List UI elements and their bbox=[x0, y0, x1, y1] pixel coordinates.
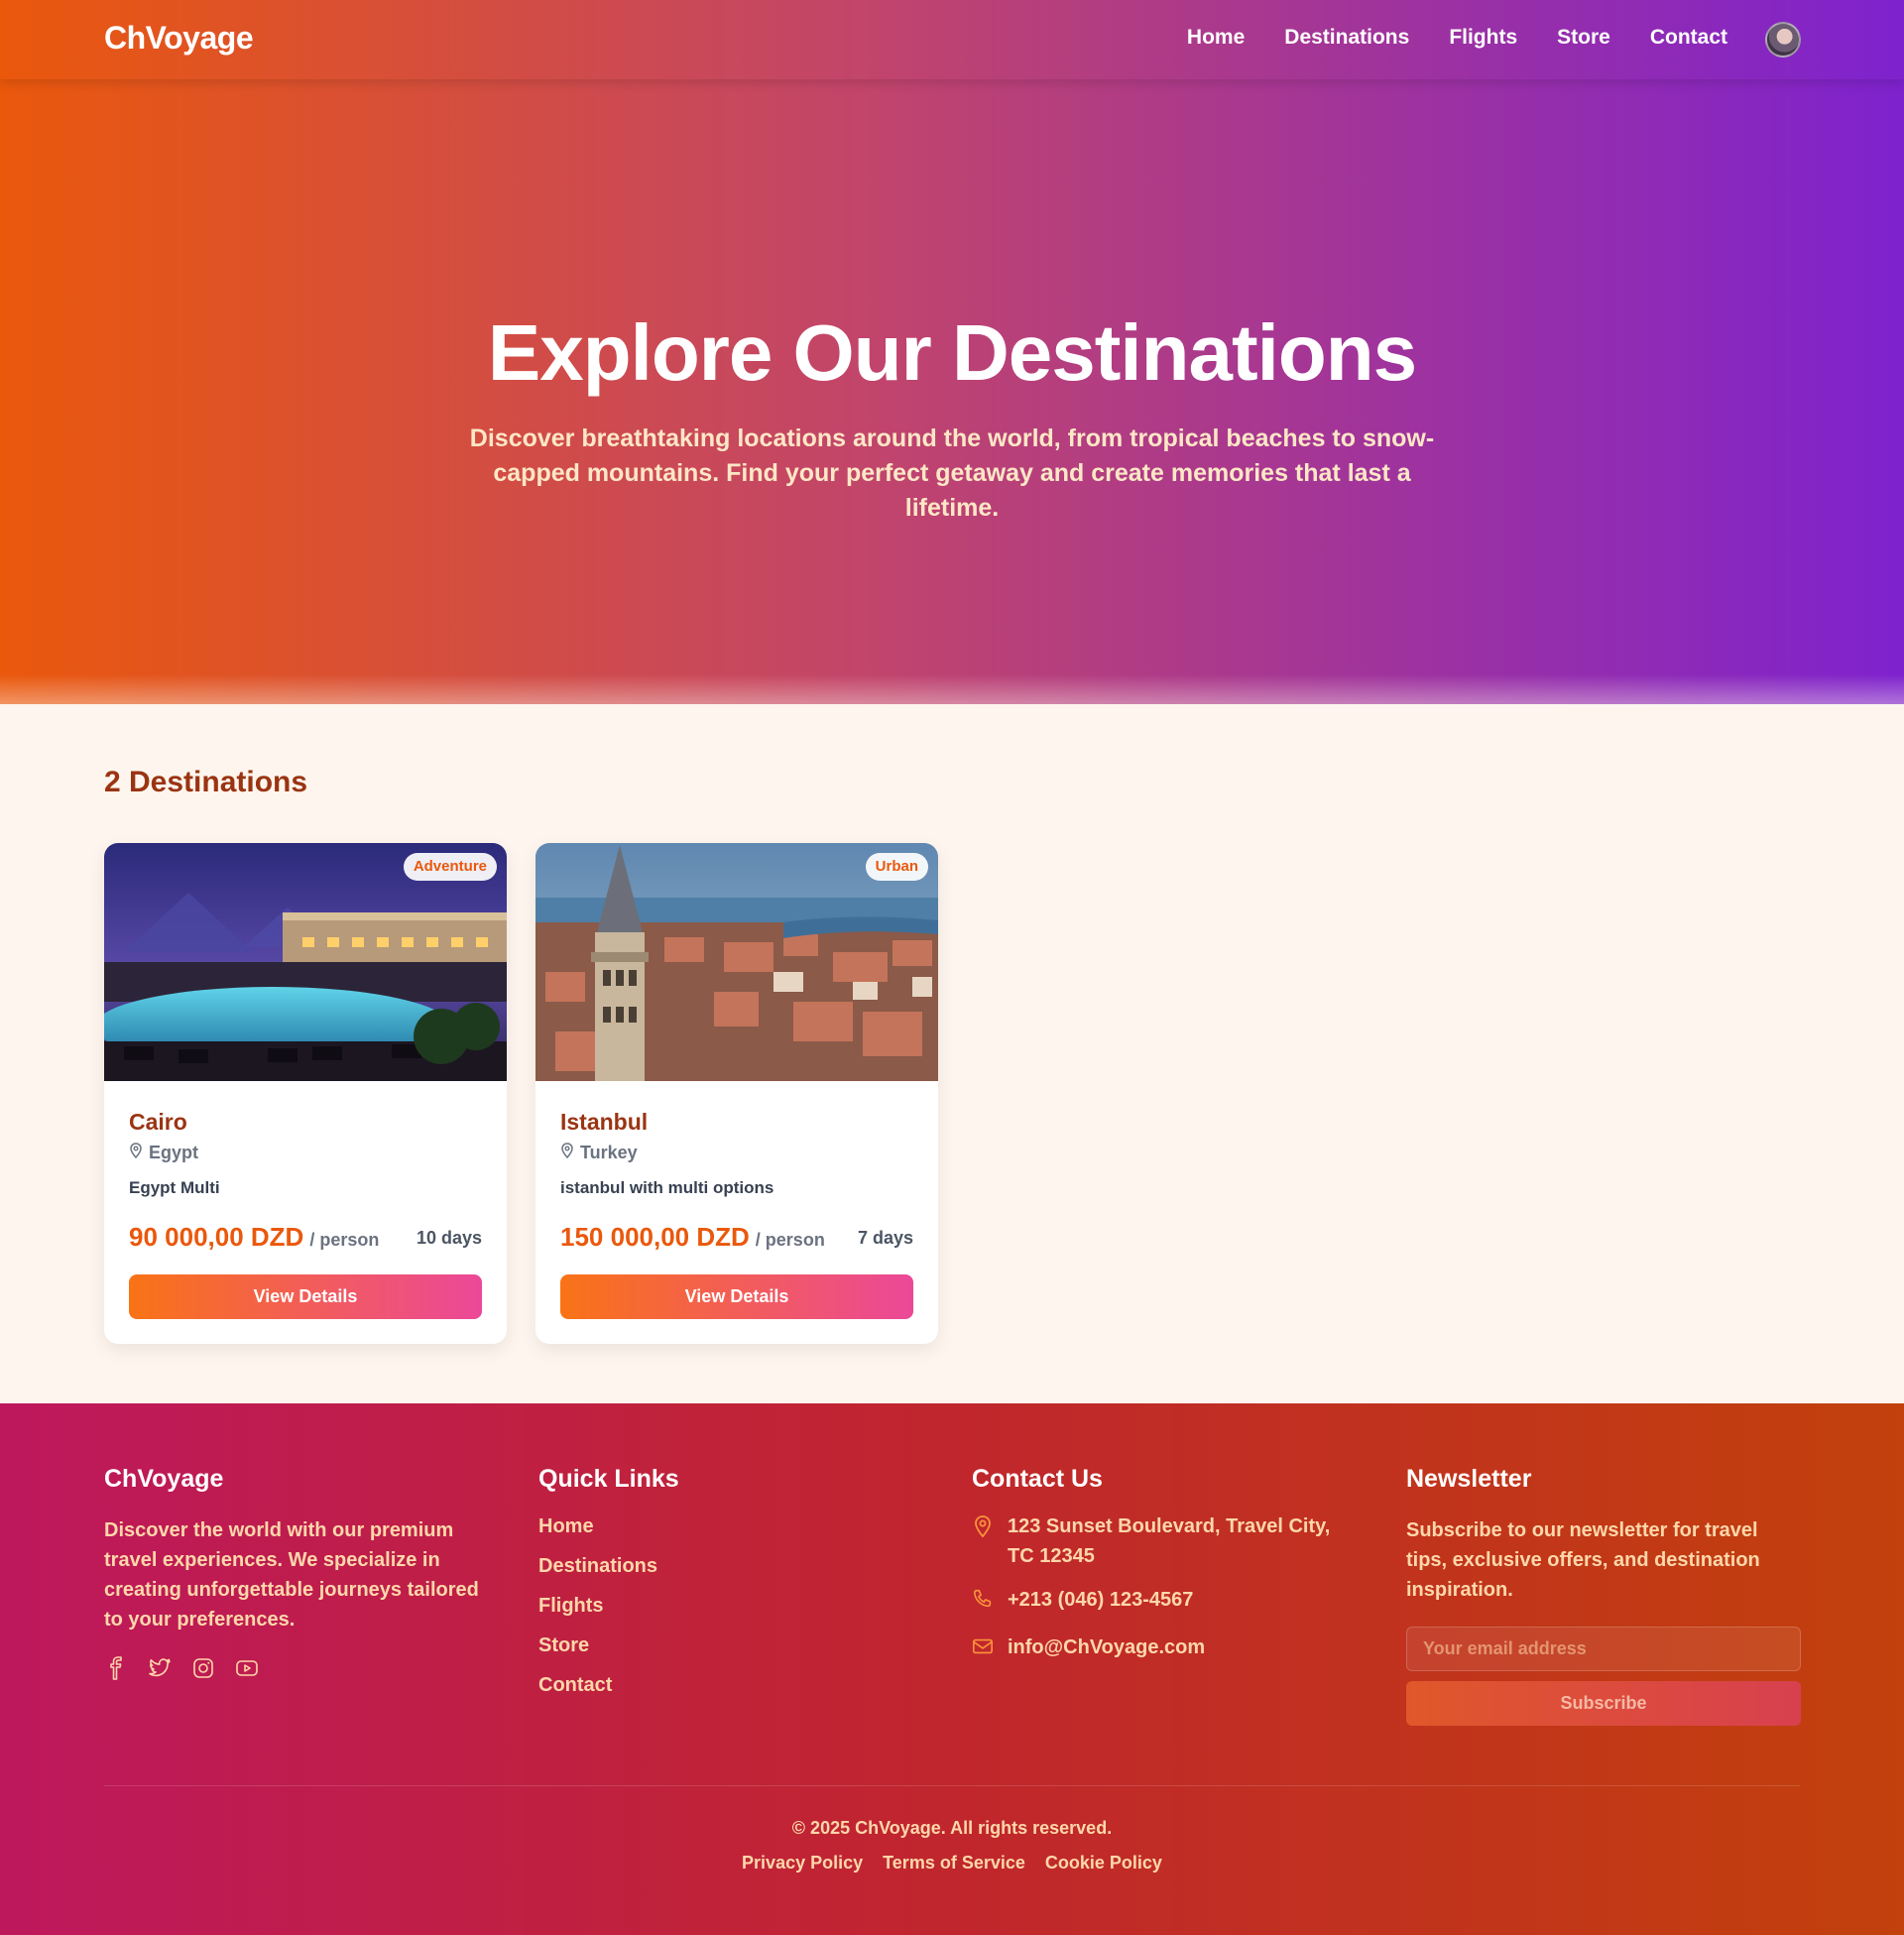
view-details-button[interactable]: View Details bbox=[560, 1274, 913, 1319]
newsletter-title: Newsletter bbox=[1406, 1465, 1532, 1493]
privacy-policy-link[interactable]: Privacy Policy bbox=[742, 1853, 863, 1874]
newsletter-text: Subscribe to our newsletter for travel t… bbox=[1406, 1519, 1760, 1601]
copyright-text: © 2025 ChVoyage. All rights reserved. bbox=[791, 1818, 1113, 1838]
footer-divider bbox=[104, 1785, 1800, 1786]
card-image-istanbul: Urban bbox=[536, 843, 938, 1081]
footer-link-contact[interactable]: Contact bbox=[538, 1670, 915, 1700]
nav-link-home[interactable]: Home bbox=[1187, 26, 1245, 50]
trip-duration: 10 days bbox=[416, 1228, 482, 1248]
map-pin-icon bbox=[560, 1143, 574, 1163]
category-badge: Adventure bbox=[403, 853, 497, 881]
quick-links-title: Quick Links bbox=[538, 1465, 679, 1493]
destination-price: 150 000,00 DZD / person bbox=[560, 1222, 825, 1253]
destination-country: Egypt bbox=[149, 1143, 199, 1162]
destinations-count: 2 Destinations bbox=[104, 766, 308, 798]
phone-icon bbox=[972, 1585, 996, 1619]
destination-card-cairo[interactable]: Adventure Cairo Egypt Egypt Multi 90 000… bbox=[104, 843, 507, 1344]
footer-contact: Contact Us 123 Sunset Boulevard, Travel … bbox=[972, 1465, 1349, 1665]
footer-quick-links: Quick Links Home Destinations Flights St… bbox=[538, 1465, 915, 1700]
footer-about-text: Discover the world with our premium trav… bbox=[104, 1519, 479, 1631]
footer-brand: ChVoyage bbox=[104, 1465, 224, 1493]
twitter-icon[interactable] bbox=[148, 1656, 172, 1680]
contact-phone: +213 (046) 123-4567 bbox=[972, 1585, 1349, 1619]
footer-link-destinations[interactable]: Destinations bbox=[538, 1551, 915, 1581]
contact-address: 123 Sunset Boulevard, Travel City, TC 12… bbox=[972, 1512, 1349, 1571]
footer-about: ChVoyage Discover the world with our pre… bbox=[104, 1465, 496, 1680]
footer-newsletter: Newsletter Subscribe to our newsletter f… bbox=[1406, 1465, 1803, 1726]
terms-of-service-link[interactable]: Terms of Service bbox=[883, 1853, 1025, 1874]
map-pin-icon bbox=[972, 1512, 996, 1571]
contact-address-text: 123 Sunset Boulevard, Travel City, TC 12… bbox=[1008, 1515, 1331, 1567]
footer-link-home[interactable]: Home bbox=[538, 1512, 915, 1541]
mail-icon bbox=[972, 1633, 996, 1665]
nav-link-flights[interactable]: Flights bbox=[1449, 26, 1517, 50]
price-unit: / person bbox=[755, 1230, 825, 1250]
hero-title: Explore Our Destinations bbox=[487, 308, 1417, 397]
youtube-icon[interactable] bbox=[235, 1656, 259, 1680]
contact-email: info@ChVoyage.com bbox=[972, 1633, 1349, 1665]
facebook-icon[interactable] bbox=[104, 1656, 128, 1680]
contact-title: Contact Us bbox=[972, 1465, 1103, 1493]
contact-list: 123 Sunset Boulevard, Travel City, TC 12… bbox=[972, 1512, 1349, 1665]
social-links bbox=[104, 1656, 496, 1680]
legal-links: Privacy Policy Terms of Service Cookie P… bbox=[0, 1853, 1904, 1874]
subscribe-button[interactable]: Subscribe bbox=[1406, 1681, 1801, 1726]
destination-location: Egypt bbox=[129, 1143, 198, 1163]
quick-links-list: Home Destinations Flights Store Contact bbox=[538, 1512, 915, 1700]
card-image-cairo: Adventure bbox=[104, 843, 507, 1081]
site-footer: ChVoyage Discover the world with our pre… bbox=[0, 1403, 1904, 1935]
category-badge: Urban bbox=[865, 853, 928, 881]
contact-phone-text[interactable]: +213 (046) 123-4567 bbox=[1008, 1585, 1193, 1619]
map-pin-icon bbox=[129, 1143, 143, 1163]
brand-logo[interactable]: ChVoyage bbox=[104, 20, 254, 57]
destination-description: Egypt Multi bbox=[129, 1178, 220, 1197]
nav-link-contact[interactable]: Contact bbox=[1650, 26, 1727, 50]
destination-description: istanbul with multi options bbox=[560, 1178, 774, 1197]
price-value: 90 000,00 DZD bbox=[129, 1222, 304, 1252]
destination-card-istanbul[interactable]: Urban Istanbul Turkey istanbul with mult… bbox=[536, 843, 938, 1344]
destination-price: 90 000,00 DZD / person bbox=[129, 1222, 379, 1253]
navbar: ChVoyage Home Destinations Flights Store… bbox=[0, 0, 1904, 79]
nav-link-store[interactable]: Store bbox=[1557, 26, 1610, 50]
footer-link-store[interactable]: Store bbox=[538, 1631, 915, 1660]
destination-name: Istanbul bbox=[560, 1109, 649, 1135]
newsletter-email-input[interactable] bbox=[1406, 1627, 1801, 1671]
trip-duration: 7 days bbox=[857, 1228, 913, 1248]
instagram-icon[interactable] bbox=[191, 1656, 215, 1680]
destination-country: Turkey bbox=[580, 1143, 638, 1162]
destination-location: Turkey bbox=[560, 1143, 638, 1163]
main-nav: Home Destinations Flights Store Contact bbox=[1187, 26, 1727, 50]
nav-link-destinations[interactable]: Destinations bbox=[1284, 26, 1409, 50]
hero-section: Explore Our Destinations Discover breath… bbox=[0, 79, 1904, 784]
destination-name: Cairo bbox=[129, 1109, 187, 1135]
hero-subtitle: Discover breathtaking locations around t… bbox=[469, 424, 1435, 522]
cookie-policy-link[interactable]: Cookie Policy bbox=[1045, 1853, 1162, 1874]
view-details-button[interactable]: View Details bbox=[129, 1274, 482, 1319]
price-unit: / person bbox=[309, 1230, 380, 1250]
price-value: 150 000,00 DZD bbox=[560, 1222, 750, 1252]
footer-link-flights[interactable]: Flights bbox=[538, 1591, 915, 1621]
contact-email-text[interactable]: info@ChVoyage.com bbox=[1008, 1633, 1205, 1665]
user-avatar[interactable] bbox=[1765, 22, 1801, 58]
